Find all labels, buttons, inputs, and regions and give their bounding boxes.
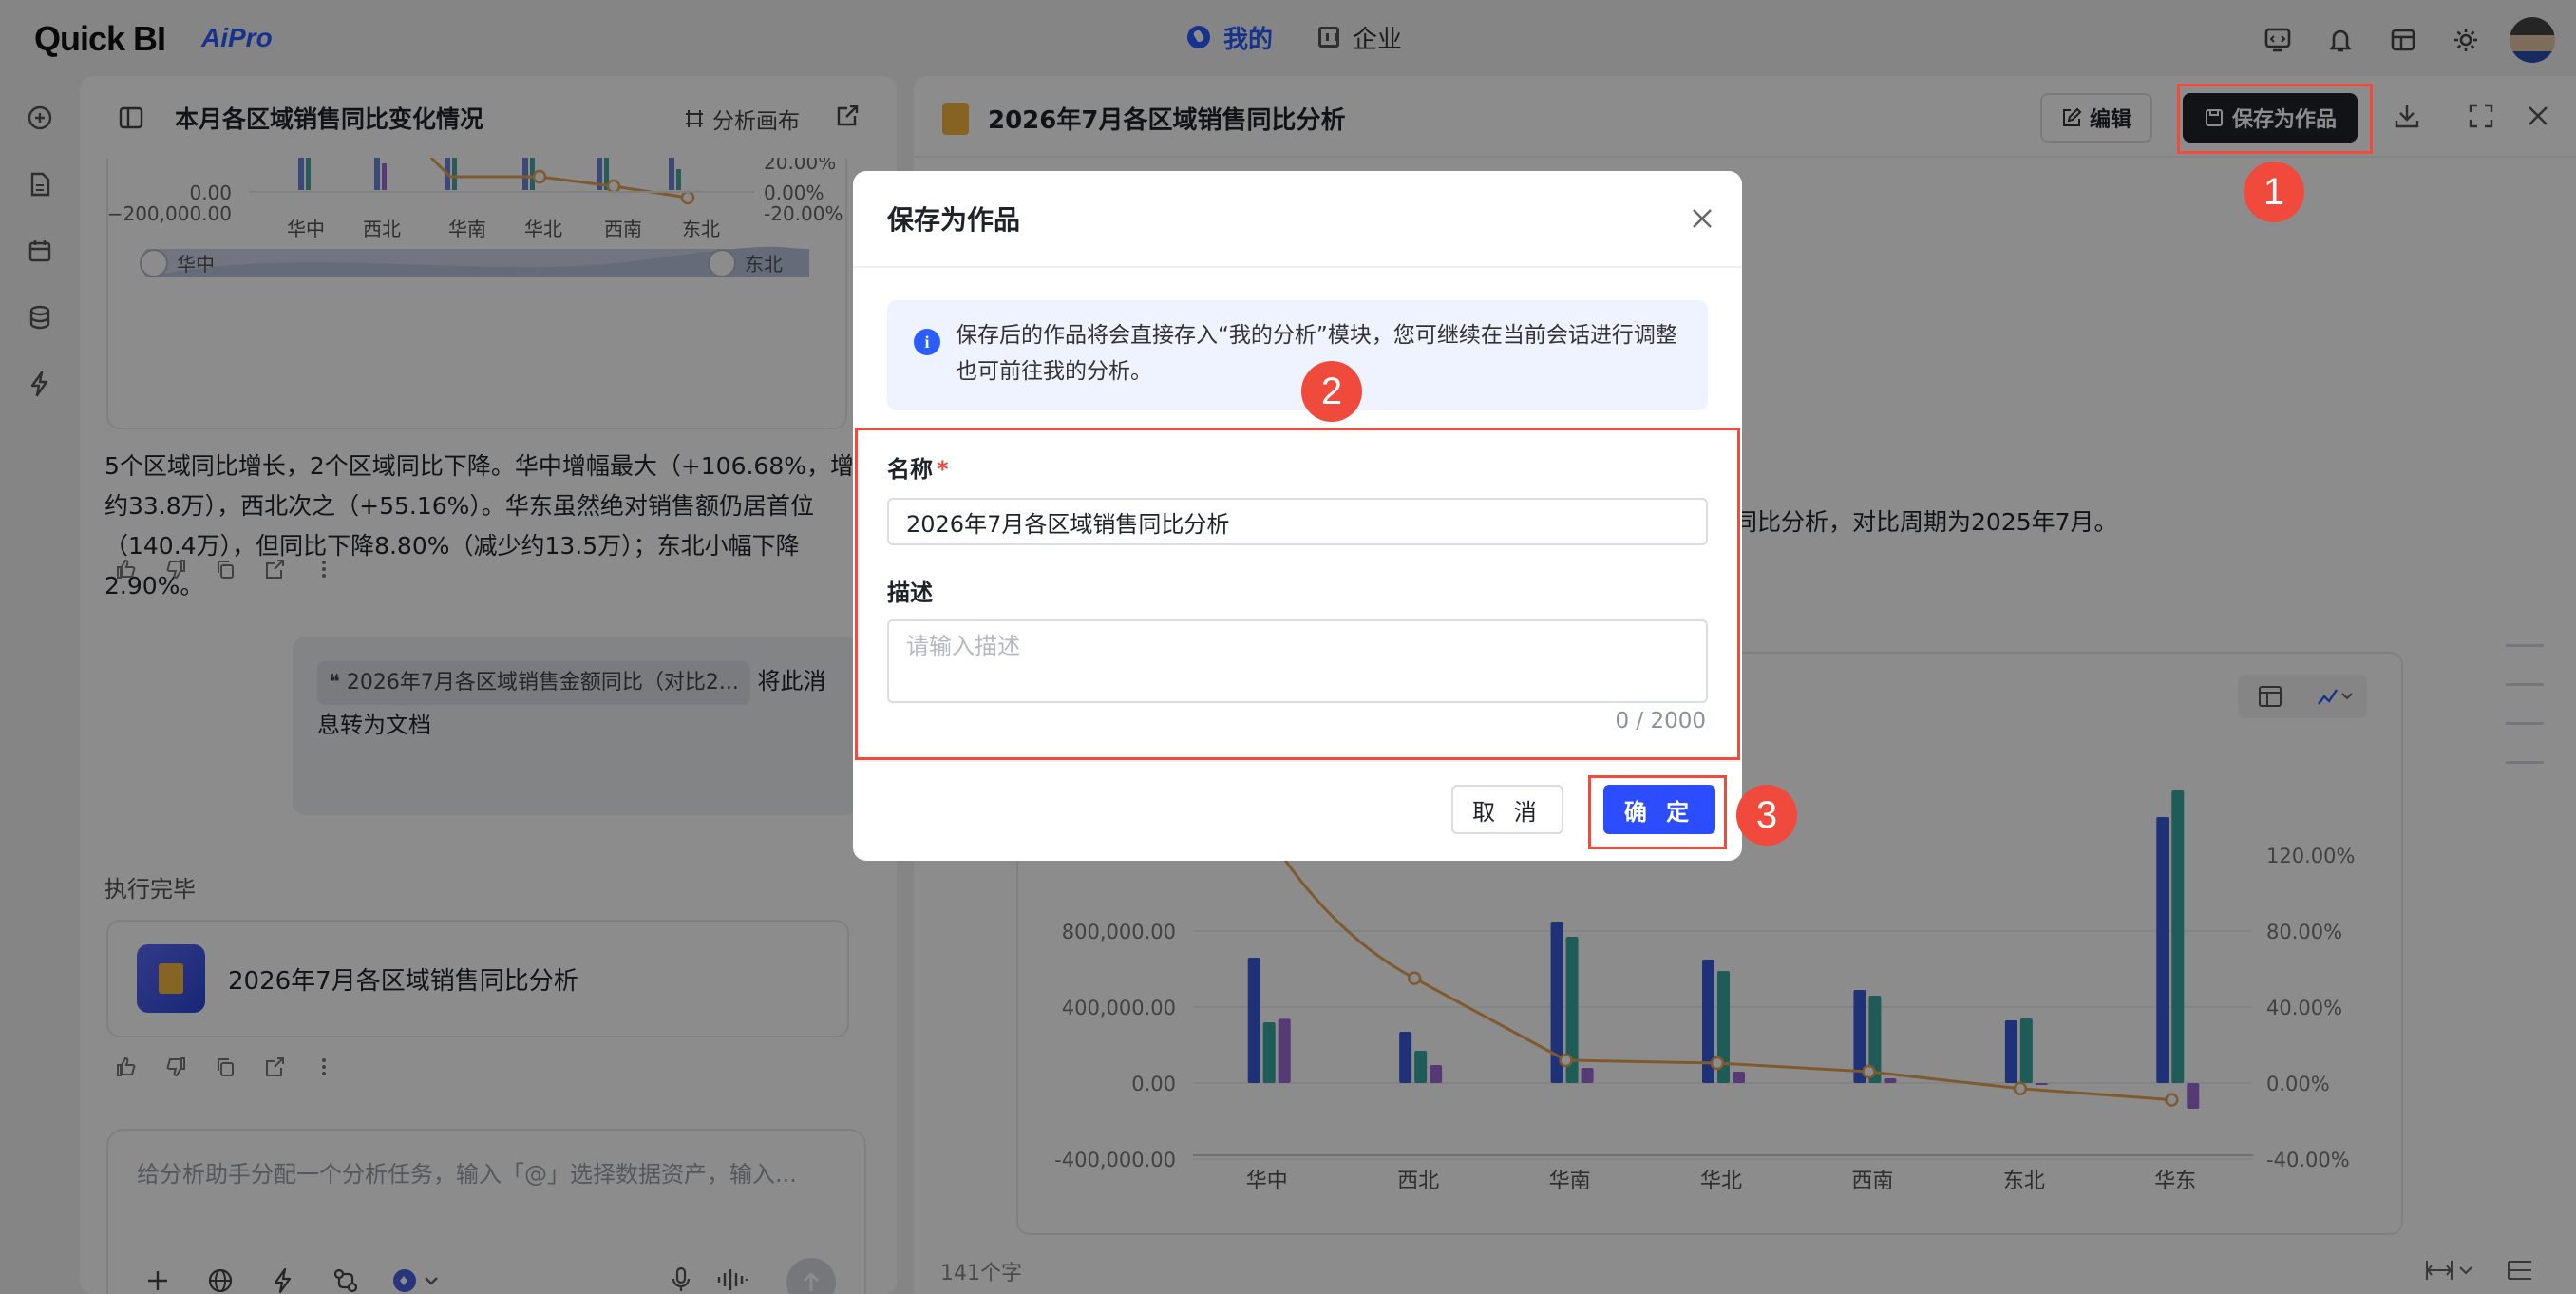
divider <box>853 760 1742 762</box>
dialog-title: 保存为作品 <box>887 204 1021 236</box>
info-icon: i <box>914 329 940 355</box>
step-badge-3: 3 <box>1736 785 1797 846</box>
cancel-button[interactable]: 取 消 <box>1451 785 1563 834</box>
info-alert: i 保存后的作品将会直接存入“我的分析”模块，您可继续在当前会话进行调整也可前往… <box>887 300 1708 410</box>
step-badge-2: 2 <box>1301 361 1362 422</box>
highlight-confirm-button <box>1588 775 1727 849</box>
divider <box>853 266 1742 268</box>
close-icon[interactable] <box>1687 203 1717 234</box>
highlight-form-fields <box>855 428 1740 760</box>
step-badge-1: 1 <box>2244 162 2304 222</box>
highlight-save-button <box>2177 84 2373 154</box>
